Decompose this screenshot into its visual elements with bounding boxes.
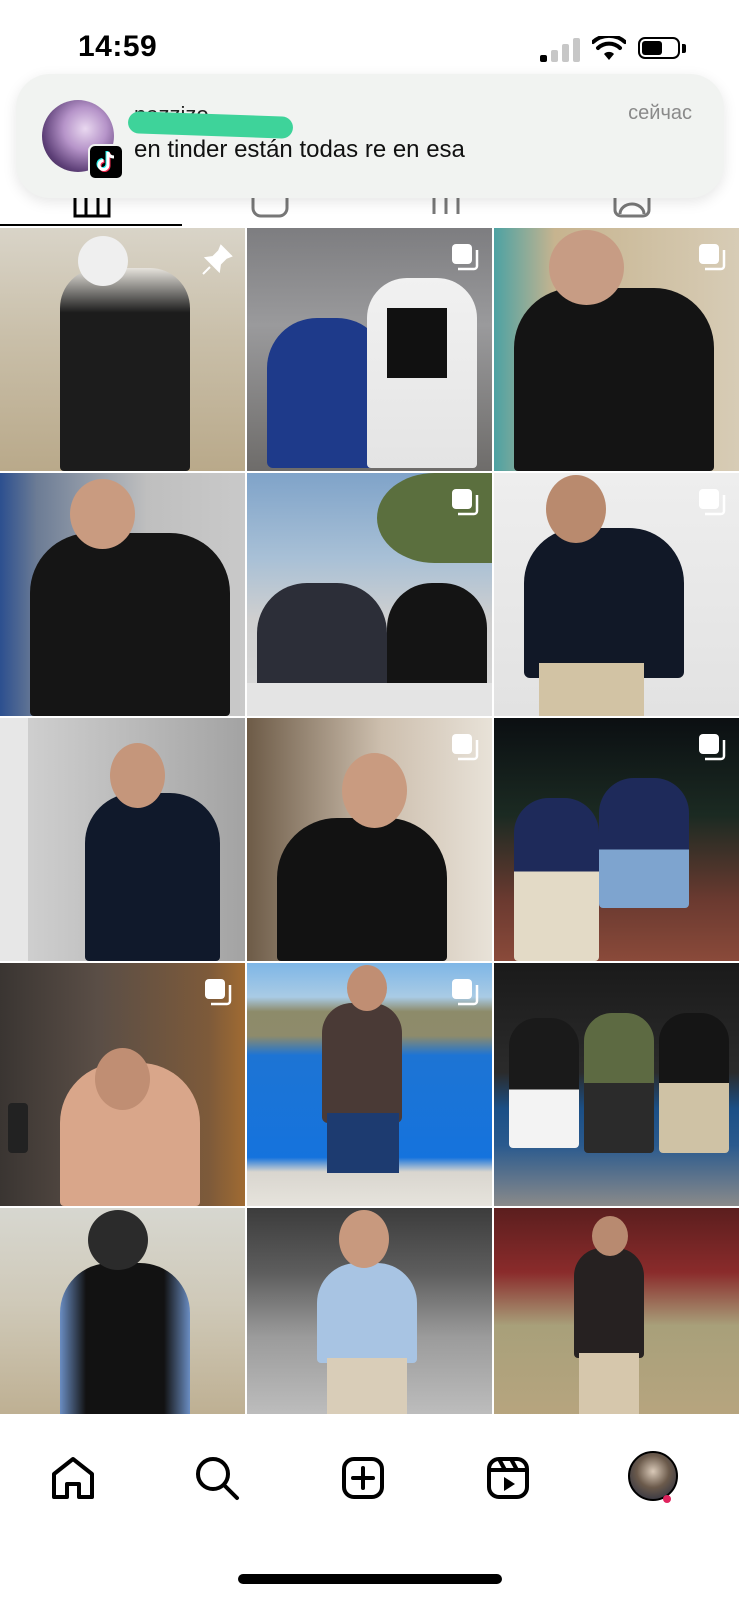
post-thumbnail[interactable] <box>247 963 492 1206</box>
multiple-posts-icon <box>452 979 479 1006</box>
pin-icon <box>202 244 233 275</box>
tiktok-icon <box>88 144 124 180</box>
post-thumbnail[interactable] <box>0 963 245 1206</box>
create-icon[interactable] <box>333 1448 393 1508</box>
bottom-navigation <box>0 1414 739 1600</box>
multiple-posts-icon <box>699 489 726 516</box>
post-thumbnail[interactable] <box>494 1208 739 1414</box>
active-tab-indicator <box>0 224 182 226</box>
post-thumbnail[interactable] <box>0 228 245 471</box>
post-thumbnail[interactable] <box>247 718 492 961</box>
notification-dot-icon <box>663 1495 671 1503</box>
post-thumbnail[interactable] <box>494 718 739 961</box>
post-thumbnail[interactable] <box>247 228 492 471</box>
wifi-icon <box>592 36 626 60</box>
post-thumbnail[interactable] <box>247 473 492 716</box>
home-indicator[interactable] <box>238 1574 502 1584</box>
post-thumbnail[interactable] <box>0 718 245 961</box>
battery-icon <box>638 37 688 61</box>
post-thumbnail[interactable] <box>494 473 739 716</box>
redaction-mark <box>127 111 294 139</box>
cellular-signal-icon <box>540 38 582 62</box>
post-thumbnail[interactable] <box>0 1208 245 1414</box>
post-thumbnail[interactable] <box>247 1208 492 1414</box>
post-thumbnail[interactable] <box>494 228 739 471</box>
reels-icon[interactable] <box>478 1448 538 1508</box>
multiple-posts-icon <box>699 244 726 271</box>
multiple-posts-icon <box>205 979 232 1006</box>
search-icon[interactable] <box>187 1448 247 1508</box>
multiple-posts-icon <box>452 489 479 516</box>
push-notification[interactable]: nazzizo сейчас en tinder están todas re … <box>16 74 724 198</box>
notification-time: сейчас <box>628 102 692 124</box>
multiple-posts-icon <box>452 734 479 761</box>
post-thumbnail[interactable] <box>0 473 245 716</box>
multiple-posts-icon <box>452 244 479 271</box>
status-time: 14:59 <box>78 30 158 63</box>
posts-grid <box>0 228 739 1414</box>
multiple-posts-icon <box>699 734 726 761</box>
home-icon[interactable] <box>43 1448 103 1508</box>
notification-message: en tinder están todas re en esa <box>134 136 465 163</box>
post-thumbnail[interactable] <box>494 963 739 1206</box>
